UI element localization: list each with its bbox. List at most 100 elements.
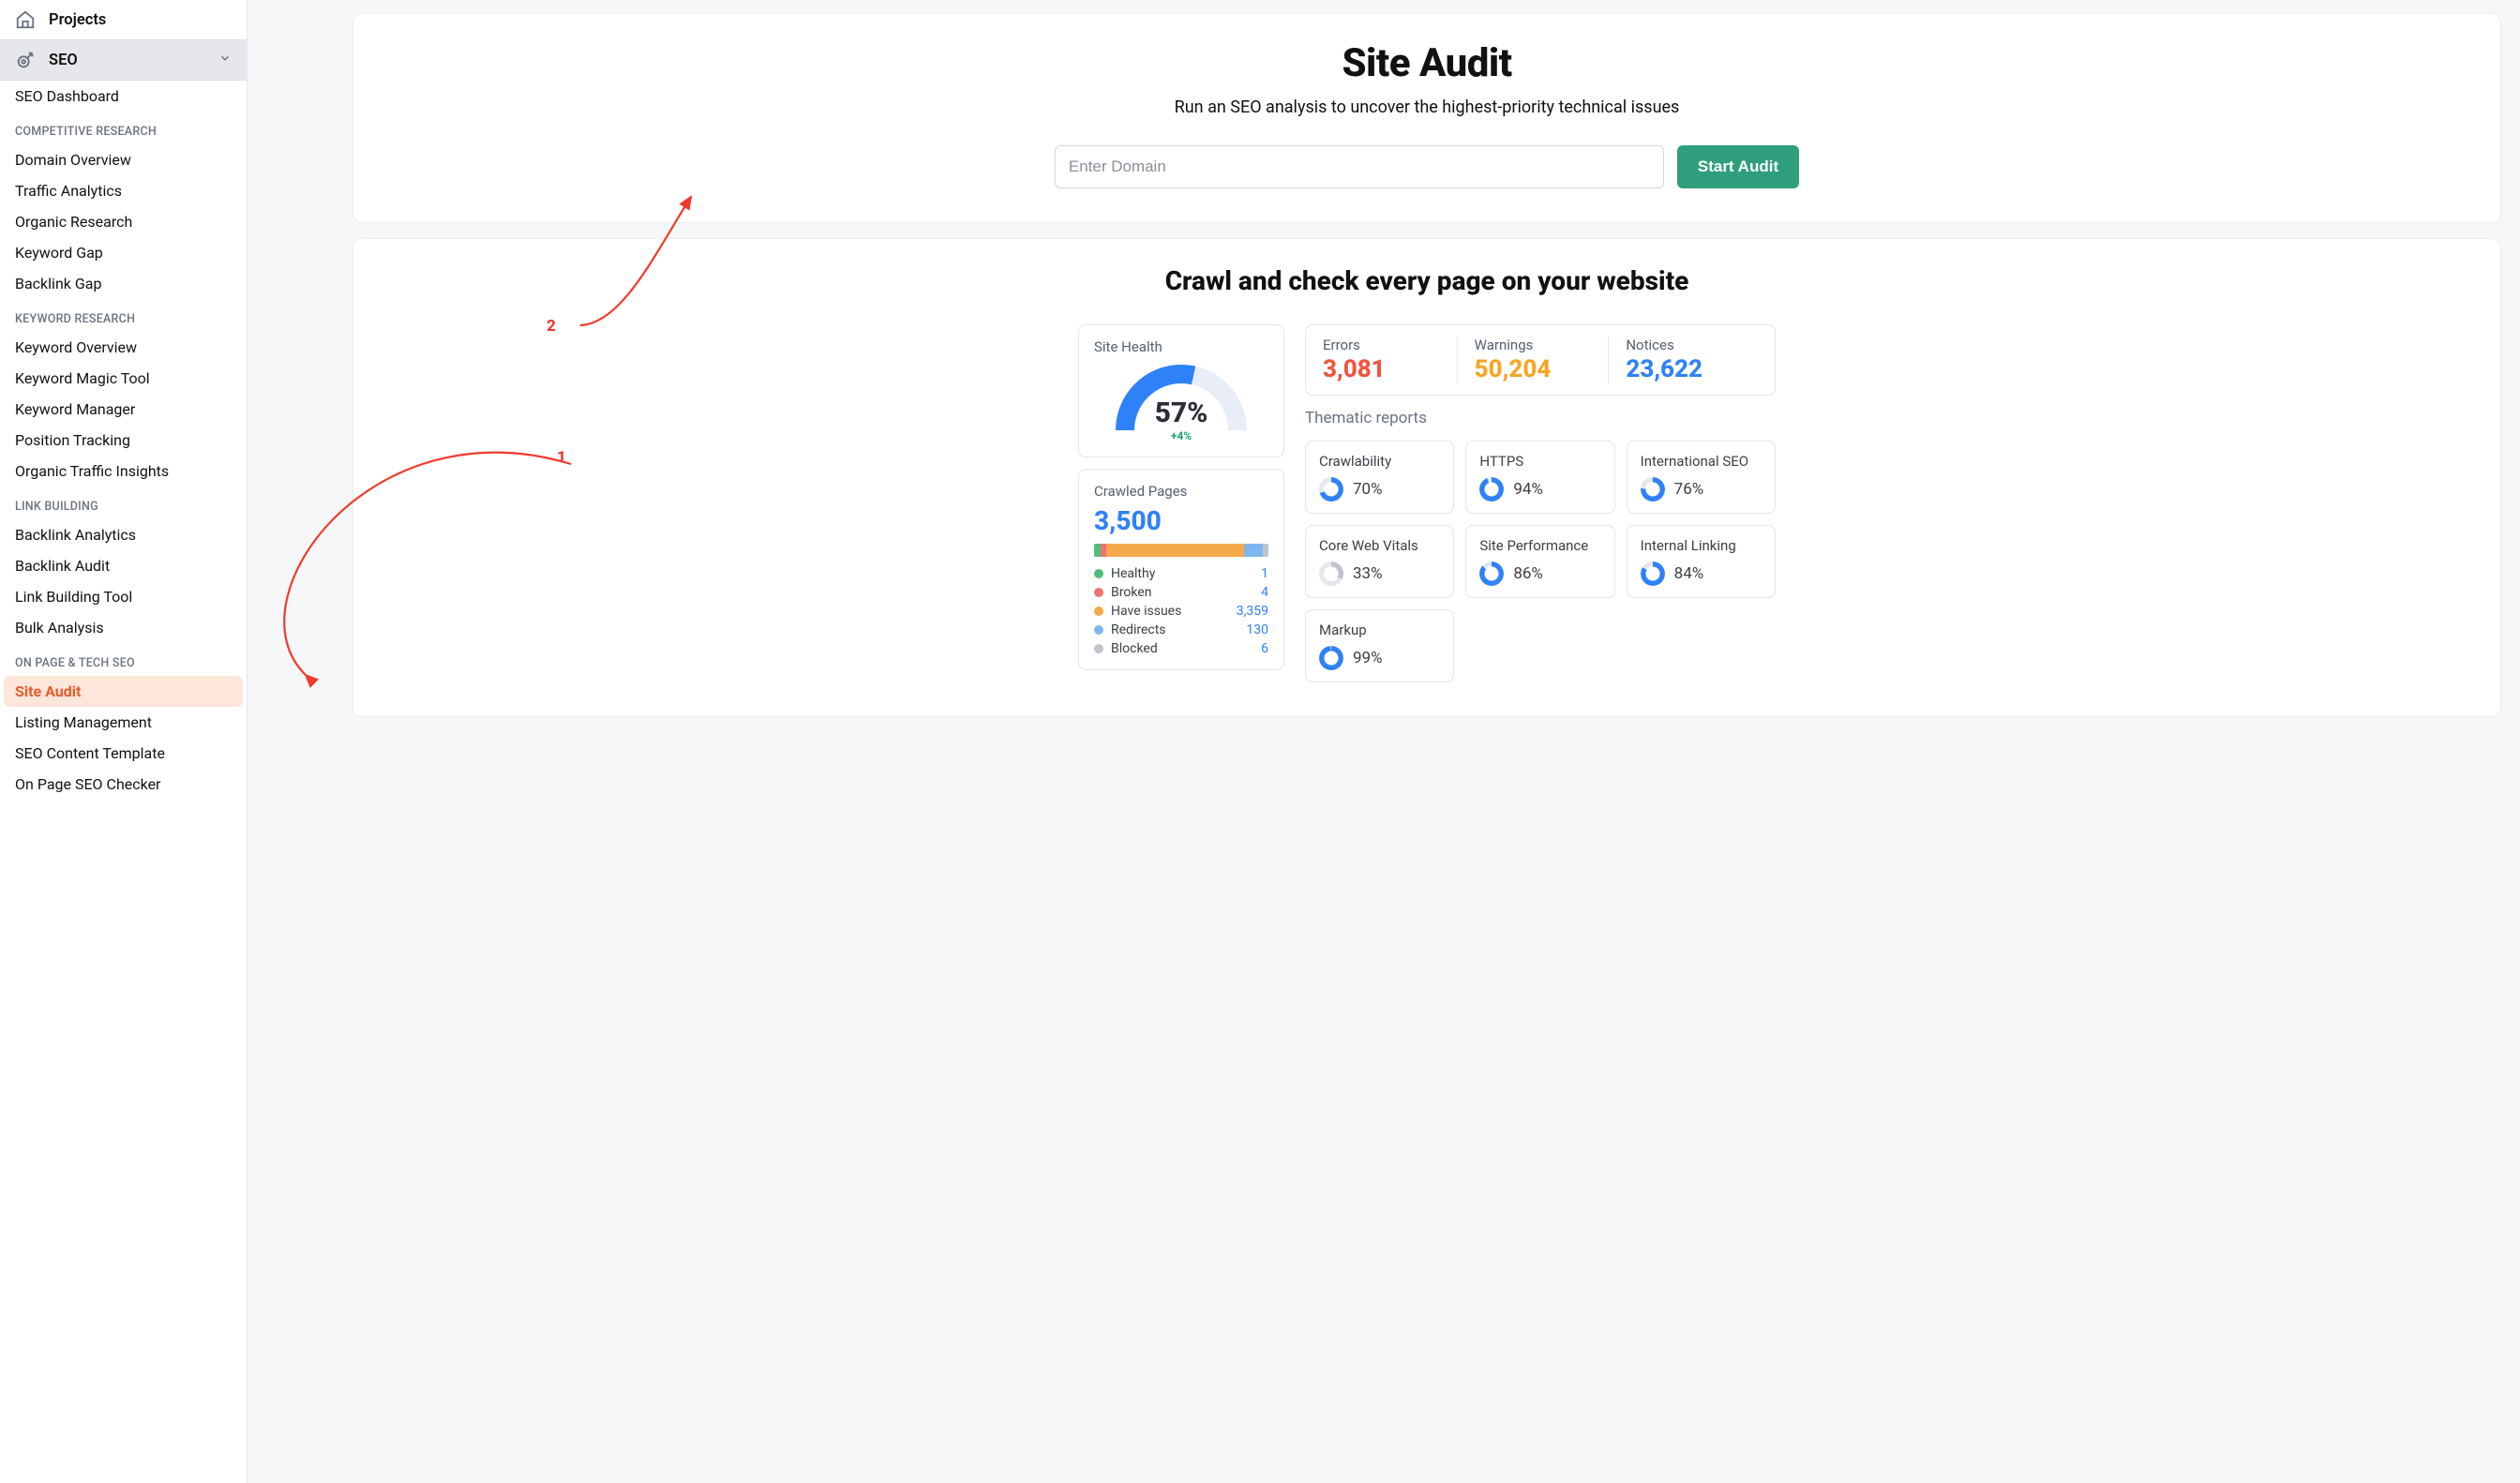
sidebar-group-label: COMPETITIVE RESEARCH bbox=[0, 112, 247, 144]
thematic-card-internal-linking[interactable]: Internal Linking 84% bbox=[1627, 525, 1776, 598]
site-health-gauge: 57% +4% bbox=[1106, 361, 1256, 443]
nav-item-link-building-tool[interactable]: Link Building Tool bbox=[0, 581, 247, 612]
legend-value: 130 bbox=[1246, 622, 1268, 637]
thematic-card-label: International SEO bbox=[1641, 453, 1762, 470]
thematic-card-label: Site Performance bbox=[1479, 537, 1600, 554]
nav-item-keyword-manager[interactable]: Keyword Manager bbox=[0, 394, 247, 425]
nav-item-keyword-gap[interactable]: Keyword Gap bbox=[0, 237, 247, 268]
legend-value: 1 bbox=[1261, 566, 1268, 581]
sidebar-item-projects[interactable]: Projects bbox=[0, 0, 247, 39]
nav-seo-dashboard[interactable]: SEO Dashboard bbox=[0, 81, 247, 112]
progress-ring bbox=[1319, 477, 1343, 502]
legend-row[interactable]: Redirects 130 bbox=[1094, 622, 1268, 637]
sidebar-group-label: LINK BUILDING bbox=[0, 487, 247, 519]
thematic-card-percent: 99% bbox=[1353, 649, 1383, 667]
sidebar-group-label: ON PAGE & TECH SEO bbox=[0, 643, 247, 676]
progress-ring bbox=[1479, 477, 1504, 502]
warnings-label: Warnings bbox=[1475, 337, 1605, 353]
legend-dot bbox=[1094, 607, 1103, 616]
legend-row[interactable]: Broken 4 bbox=[1094, 585, 1268, 600]
nav-item-on-page-seo-checker[interactable]: On Page SEO Checker bbox=[0, 769, 247, 800]
nav-item-traffic-analytics[interactable]: Traffic Analytics bbox=[0, 175, 247, 206]
legend-label: Blocked bbox=[1111, 641, 1158, 656]
thematic-card-percent: 76% bbox=[1674, 480, 1704, 499]
thematic-card-label: HTTPS bbox=[1479, 453, 1600, 470]
progress-ring bbox=[1641, 477, 1665, 502]
domain-input[interactable] bbox=[1055, 145, 1664, 188]
thematic-card-crawlability[interactable]: Crawlability 70% bbox=[1305, 441, 1454, 514]
thematic-card-markup[interactable]: Markup 99% bbox=[1305, 609, 1454, 682]
nav-item-organic-traffic-insights[interactable]: Organic Traffic Insights bbox=[0, 456, 247, 487]
thematic-card-https[interactable]: HTTPS 94% bbox=[1465, 441, 1614, 514]
thematic-card-percent: 84% bbox=[1674, 564, 1704, 583]
sidebar-group-label: KEYWORD RESEARCH bbox=[0, 299, 247, 332]
legend-dot bbox=[1094, 644, 1103, 653]
page-title: Site Audit bbox=[380, 40, 2474, 86]
legend-value: 3,359 bbox=[1237, 604, 1268, 619]
nav-item-domain-overview[interactable]: Domain Overview bbox=[0, 144, 247, 175]
thematic-card-percent: 94% bbox=[1513, 480, 1543, 499]
target-arrow-icon bbox=[15, 50, 36, 70]
errors-label: Errors bbox=[1323, 337, 1453, 353]
thematic-reports-label: Thematic reports bbox=[1305, 409, 1776, 427]
thematic-card-percent: 33% bbox=[1353, 564, 1383, 583]
legend-dot bbox=[1094, 588, 1103, 597]
legend-dot bbox=[1094, 625, 1103, 635]
nav-item-seo-content-template[interactable]: SEO Content Template bbox=[0, 738, 247, 769]
sidebar-item-label: Projects bbox=[49, 11, 106, 29]
thematic-card-international-seo[interactable]: International SEO 76% bbox=[1627, 441, 1776, 514]
thematic-card-percent: 70% bbox=[1353, 480, 1383, 499]
site-health-card[interactable]: Site Health 57% +4% bbox=[1078, 324, 1284, 457]
home-icon bbox=[15, 9, 36, 30]
crawl-panel: Crawl and check every page on your websi… bbox=[352, 238, 2501, 717]
hero-panel: Site Audit Run an SEO analysis to uncove… bbox=[352, 13, 2501, 223]
nav-item-organic-research[interactable]: Organic Research bbox=[0, 206, 247, 237]
thematic-card-label: Internal Linking bbox=[1641, 537, 1762, 554]
page-subtitle: Run an SEO analysis to uncover the highe… bbox=[380, 97, 2474, 117]
nav-item-backlink-audit[interactable]: Backlink Audit bbox=[0, 550, 247, 581]
sidebar: Projects SEO SEO Dashboard COMPETITIVE R… bbox=[0, 0, 248, 1483]
sidebar-item-seo[interactable]: SEO bbox=[0, 39, 247, 81]
warnings-value: 50,204 bbox=[1475, 355, 1605, 383]
nav-item-backlink-gap[interactable]: Backlink Gap bbox=[0, 268, 247, 299]
progress-ring bbox=[1641, 562, 1665, 586]
thematic-card-site-performance[interactable]: Site Performance 86% bbox=[1465, 525, 1614, 598]
thematic-card-percent: 86% bbox=[1513, 564, 1543, 583]
thematic-card-label: Core Web Vitals bbox=[1319, 537, 1440, 554]
card-label: Site Health bbox=[1094, 338, 1268, 355]
nav-item-backlink-analytics[interactable]: Backlink Analytics bbox=[0, 519, 247, 550]
nav-item-bulk-analysis[interactable]: Bulk Analysis bbox=[0, 612, 247, 643]
legend-label: Healthy bbox=[1111, 566, 1155, 581]
legend-label: Broken bbox=[1111, 585, 1151, 600]
issues-summary-card[interactable]: Errors 3,081 Warnings 50,204 Notices 23,… bbox=[1305, 324, 1776, 396]
notices-label: Notices bbox=[1626, 337, 1756, 353]
thematic-reports-grid: Crawlability 70% HTTPS 94% International SEO… bbox=[1305, 441, 1776, 682]
nav-item-keyword-magic-tool[interactable]: Keyword Magic Tool bbox=[0, 363, 247, 394]
nav-item-site-audit[interactable]: Site Audit bbox=[4, 676, 243, 707]
legend-row[interactable]: Blocked 6 bbox=[1094, 641, 1268, 656]
thematic-card-label: Crawlability bbox=[1319, 453, 1440, 470]
legend-value: 6 bbox=[1261, 641, 1268, 656]
legend-row[interactable]: Healthy 1 bbox=[1094, 566, 1268, 581]
crawl-title: Crawl and check every page on your websi… bbox=[380, 265, 2474, 296]
nav-item-position-tracking[interactable]: Position Tracking bbox=[0, 425, 247, 456]
bar-segment bbox=[1106, 544, 1244, 557]
crawled-pages-total: 3,500 bbox=[1094, 505, 1268, 536]
start-audit-button[interactable]: Start Audit bbox=[1677, 145, 1799, 188]
nav-item-listing-management[interactable]: Listing Management bbox=[0, 707, 247, 738]
bar-segment bbox=[1263, 544, 1268, 557]
legend-value: 4 bbox=[1261, 585, 1268, 600]
thematic-card-label: Markup bbox=[1319, 622, 1440, 638]
thematic-card-core-web-vitals[interactable]: Core Web Vitals 33% bbox=[1305, 525, 1454, 598]
bar-segment bbox=[1244, 544, 1263, 557]
progress-ring bbox=[1319, 646, 1343, 670]
progress-ring bbox=[1319, 562, 1343, 586]
legend-row[interactable]: Have issues 3,359 bbox=[1094, 604, 1268, 619]
nav-item-keyword-overview[interactable]: Keyword Overview bbox=[0, 332, 247, 363]
gauge-delta: +4% bbox=[1106, 429, 1256, 442]
crawled-pages-bar bbox=[1094, 544, 1268, 557]
legend-label: Redirects bbox=[1111, 622, 1166, 637]
sidebar-item-label: SEO bbox=[49, 52, 78, 69]
legend-dot bbox=[1094, 569, 1103, 578]
legend-label: Have issues bbox=[1111, 604, 1181, 619]
